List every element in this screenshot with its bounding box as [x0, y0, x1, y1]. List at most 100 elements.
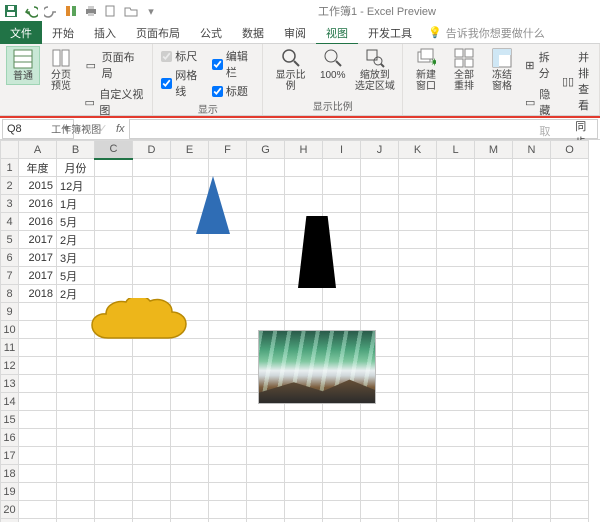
cell-A1[interactable]: 年度 — [19, 159, 57, 177]
cell-C12[interactable] — [95, 357, 133, 375]
cell-F20[interactable] — [209, 501, 247, 519]
cell-G15[interactable] — [247, 411, 285, 429]
cell-F18[interactable] — [209, 465, 247, 483]
cell-G4[interactable] — [247, 213, 285, 231]
cell-F15[interactable] — [209, 411, 247, 429]
row-header-4[interactable]: 4 — [1, 213, 19, 231]
cell-L2[interactable] — [437, 177, 475, 195]
cell-G16[interactable] — [247, 429, 285, 447]
cell-G7[interactable] — [247, 267, 285, 285]
cell-N12[interactable] — [513, 357, 551, 375]
cell-O19[interactable] — [551, 483, 589, 501]
cell-G17[interactable] — [247, 447, 285, 465]
cell-D18[interactable] — [133, 465, 171, 483]
cell-M17[interactable] — [475, 447, 513, 465]
cell-N10[interactable] — [513, 321, 551, 339]
save-icon[interactable] — [4, 4, 18, 18]
cell-K8[interactable] — [399, 285, 437, 303]
cell-E1[interactable] — [171, 159, 209, 177]
cell-E13[interactable] — [171, 375, 209, 393]
cell-C6[interactable] — [95, 249, 133, 267]
touch-icon[interactable] — [64, 4, 78, 18]
cell-B16[interactable] — [57, 429, 95, 447]
cell-F1[interactable] — [209, 159, 247, 177]
col-header-B[interactable]: B — [57, 141, 95, 159]
cell-G20[interactable] — [247, 501, 285, 519]
cell-N7[interactable] — [513, 267, 551, 285]
cell-O10[interactable] — [551, 321, 589, 339]
cell-D17[interactable] — [133, 447, 171, 465]
cell-O3[interactable] — [551, 195, 589, 213]
cell-L4[interactable] — [437, 213, 475, 231]
cell-M7[interactable] — [475, 267, 513, 285]
row-header-1[interactable]: 1 — [1, 159, 19, 177]
tab-data[interactable]: 数据 — [232, 21, 274, 45]
select-all-corner[interactable] — [1, 141, 19, 159]
row-header-9[interactable]: 9 — [1, 303, 19, 321]
page-break-button[interactable]: 分页 预览 — [44, 46, 78, 94]
cell-E17[interactable] — [171, 447, 209, 465]
cell-H15[interactable] — [285, 411, 323, 429]
cell-D15[interactable] — [133, 411, 171, 429]
cell-O18[interactable] — [551, 465, 589, 483]
cell-J18[interactable] — [361, 465, 399, 483]
cell-J6[interactable] — [361, 249, 399, 267]
cell-I15[interactable] — [323, 411, 361, 429]
freeze-panes-button[interactable]: 冻结窗格 — [485, 46, 519, 94]
cell-O17[interactable] — [551, 447, 589, 465]
cell-O14[interactable] — [551, 393, 589, 411]
cell-L20[interactable] — [437, 501, 475, 519]
cell-O6[interactable] — [551, 249, 589, 267]
cell-F21[interactable] — [209, 519, 247, 522]
cell-G2[interactable] — [247, 177, 285, 195]
tab-developer[interactable]: 开发工具 — [358, 21, 422, 45]
hide-button[interactable]: ▭隐藏 — [525, 85, 554, 119]
col-header-C[interactable]: C — [95, 141, 133, 159]
cell-E6[interactable] — [171, 249, 209, 267]
cell-L10[interactable] — [437, 321, 475, 339]
cell-B12[interactable] — [57, 357, 95, 375]
cell-L19[interactable] — [437, 483, 475, 501]
tab-review[interactable]: 审阅 — [274, 21, 316, 45]
cell-B19[interactable] — [57, 483, 95, 501]
cell-D1[interactable] — [133, 159, 171, 177]
cell-A21[interactable] — [19, 519, 57, 522]
cell-M2[interactable] — [475, 177, 513, 195]
cell-C1[interactable] — [95, 159, 133, 177]
cell-N2[interactable] — [513, 177, 551, 195]
ruler-checkbox[interactable]: 标尺 — [161, 48, 204, 64]
cell-O16[interactable] — [551, 429, 589, 447]
cell-I2[interactable] — [323, 177, 361, 195]
redo-icon[interactable] — [44, 4, 58, 18]
cell-D13[interactable] — [133, 375, 171, 393]
cell-M16[interactable] — [475, 429, 513, 447]
cell-F14[interactable] — [209, 393, 247, 411]
cell-A3[interactable]: 2016 — [19, 195, 57, 213]
cell-D3[interactable] — [133, 195, 171, 213]
cell-H2[interactable] — [285, 177, 323, 195]
tab-insert[interactable]: 插入 — [84, 21, 126, 45]
cell-O8[interactable] — [551, 285, 589, 303]
open-icon[interactable] — [124, 4, 138, 18]
cell-H3[interactable] — [285, 195, 323, 213]
cell-O12[interactable] — [551, 357, 589, 375]
cell-L15[interactable] — [437, 411, 475, 429]
cell-H20[interactable] — [285, 501, 323, 519]
col-header-A[interactable]: A — [19, 141, 57, 159]
cell-F17[interactable] — [209, 447, 247, 465]
cloud-shape[interactable] — [88, 298, 198, 352]
cell-N3[interactable] — [513, 195, 551, 213]
row-header-13[interactable]: 13 — [1, 375, 19, 393]
cell-F19[interactable] — [209, 483, 247, 501]
cell-N15[interactable] — [513, 411, 551, 429]
zoom-selection-button[interactable]: 缩放到 选定区域 — [354, 46, 396, 94]
cell-C7[interactable] — [95, 267, 133, 285]
cell-B18[interactable] — [57, 465, 95, 483]
cell-M13[interactable] — [475, 375, 513, 393]
cell-L1[interactable] — [437, 159, 475, 177]
cell-M19[interactable] — [475, 483, 513, 501]
cell-M12[interactable] — [475, 357, 513, 375]
cell-O21[interactable] — [551, 519, 589, 522]
cell-K12[interactable] — [399, 357, 437, 375]
cell-N1[interactable] — [513, 159, 551, 177]
